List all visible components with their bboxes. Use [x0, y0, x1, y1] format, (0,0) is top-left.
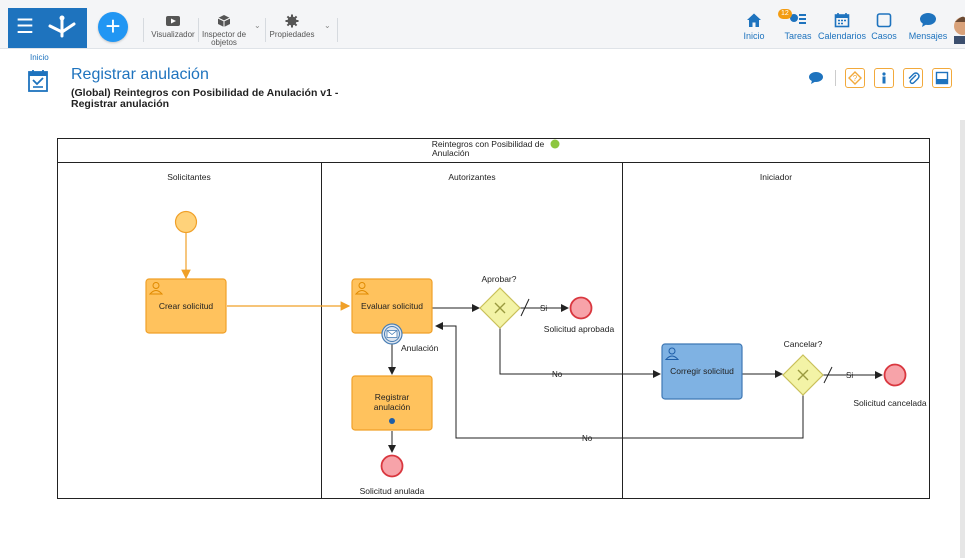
- flow-label-no-2: No: [582, 434, 593, 443]
- end-label-anulada: Solicitud anulada: [360, 486, 425, 496]
- task-label-line-1: Registrar: [375, 392, 410, 402]
- end-label-cancelada: Solicitud cancelada: [853, 398, 927, 408]
- flow-label-si: Si: [540, 304, 547, 313]
- task-label: Evaluar solicitud: [361, 301, 423, 311]
- current-task-marker: [389, 418, 395, 424]
- gateway-label-cancelar: Cancelar?: [784, 339, 823, 349]
- gateway-label-aprobar: Aprobar?: [482, 274, 517, 284]
- boundary-message-event[interactable]: [381, 323, 403, 345]
- flow-label-no: No: [552, 370, 563, 379]
- flow-label-si-2: Si: [846, 371, 853, 380]
- lane-title-solicitantes: Solicitantes: [167, 172, 210, 182]
- end-event-aprobada[interactable]: [569, 296, 593, 320]
- pool-title-line-2: Anulación: [432, 148, 470, 158]
- task-label: Crear solicitud: [159, 301, 214, 311]
- task-corregir-solicitud[interactable]: Corregir solicitud: [661, 343, 743, 400]
- task-label: Corregir solicitud: [670, 366, 734, 376]
- task-crear-solicitud[interactable]: Crear solicitud: [145, 278, 227, 334]
- pool-status-dot: [550, 139, 560, 149]
- end-event-cancelada[interactable]: [883, 363, 907, 387]
- event-label-anulacion: Anulación: [401, 343, 439, 353]
- start-event[interactable]: [174, 210, 198, 234]
- task-label-line-2: anulación: [374, 402, 411, 412]
- task-registrar-anulacion[interactable]: Registrar anulación: [351, 375, 433, 431]
- end-label-aprobada: Solicitud aprobada: [544, 324, 615, 334]
- process-diagram: Reintegros con Posibilidad de Anulación …: [57, 138, 930, 499]
- lane-title-autorizantes: Autorizantes: [448, 172, 495, 182]
- end-event-anulada[interactable]: [380, 454, 404, 478]
- lane-title-iniciador: Iniciador: [760, 172, 792, 182]
